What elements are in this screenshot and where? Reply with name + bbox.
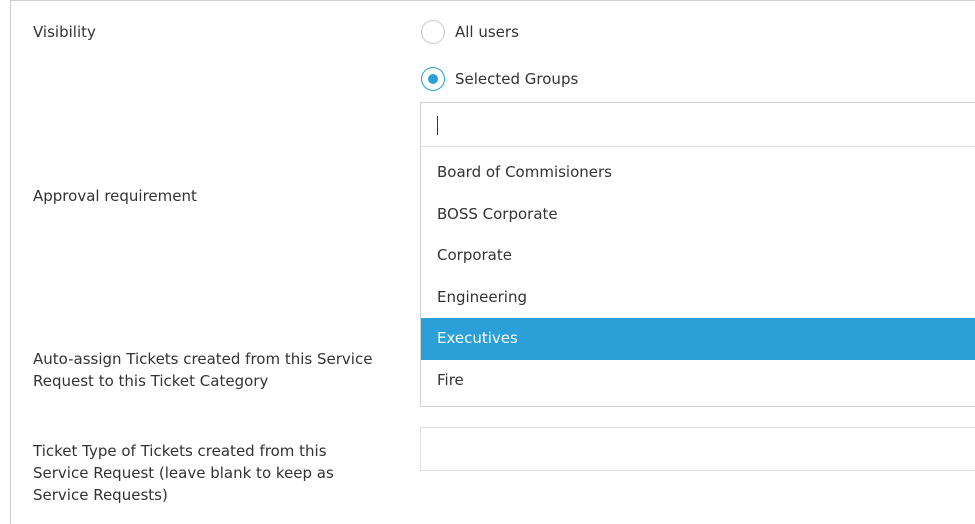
- group-option[interactable]: Board of Commisioners: [421, 152, 975, 194]
- radio-all-users[interactable]: All users: [421, 19, 519, 45]
- ticket-type-label: Ticket Type of Tickets created from this…: [33, 442, 334, 504]
- approval-label: Approval requirement: [33, 187, 197, 205]
- autoassign-label: Auto-assign Tickets created from this Se…: [33, 350, 373, 390]
- group-option[interactable]: Corporate: [421, 235, 975, 277]
- group-option[interactable]: BOSS Corporate: [421, 194, 975, 236]
- group-select-dropdown[interactable]: Board of Commisioners BOSS Corporate Cor…: [420, 102, 975, 407]
- group-search-input[interactable]: [421, 103, 975, 147]
- group-options-list: Board of Commisioners BOSS Corporate Cor…: [421, 147, 975, 401]
- ticket-type-input[interactable]: [420, 427, 975, 471]
- group-option[interactable]: Fire: [421, 360, 975, 402]
- group-option[interactable]: Engineering: [421, 277, 975, 319]
- text-caret: [437, 116, 438, 135]
- radio-dot: [428, 74, 438, 84]
- radio-checked-icon[interactable]: [421, 67, 445, 91]
- radio-selected-groups[interactable]: Selected Groups: [421, 66, 578, 92]
- radio-unchecked-icon[interactable]: [421, 20, 445, 44]
- visibility-label: Visibility: [33, 23, 96, 41]
- group-option-highlighted[interactable]: Executives: [421, 318, 975, 360]
- radio-selected-groups-label: Selected Groups: [455, 70, 579, 88]
- radio-all-users-label: All users: [455, 23, 519, 41]
